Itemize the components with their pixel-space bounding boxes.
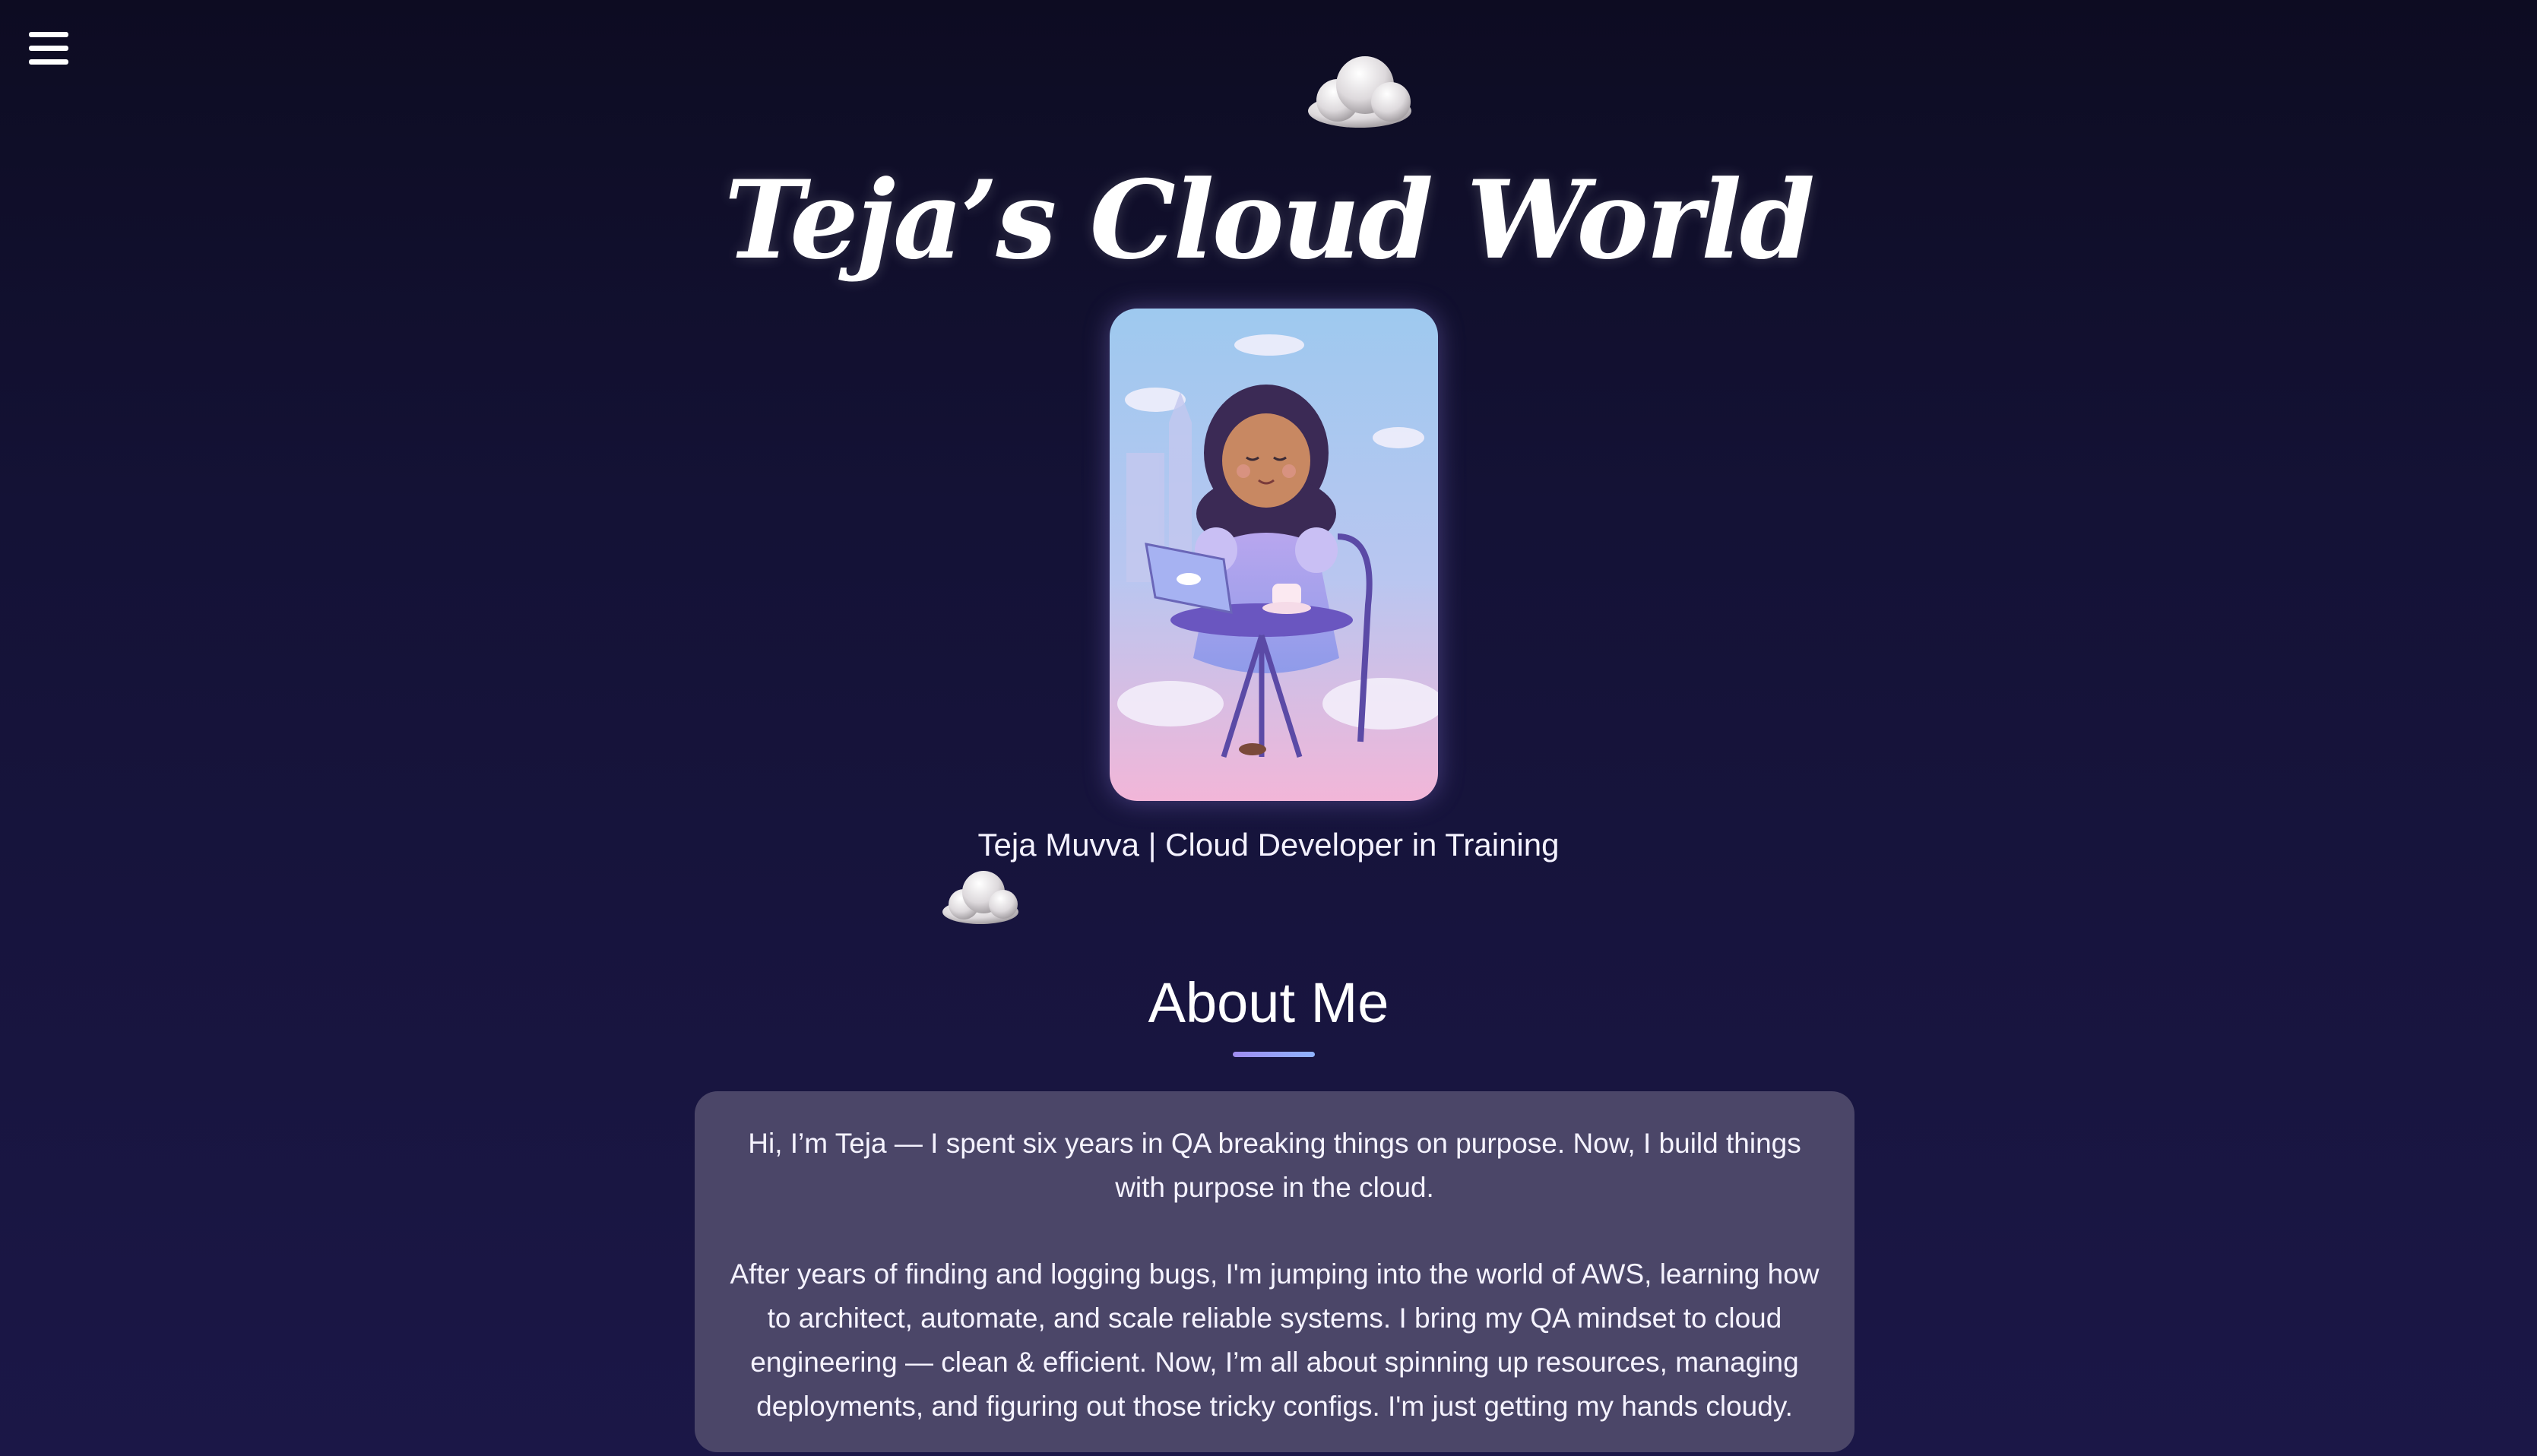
about-paragraph-1: Hi, I’m Teja — I spent six years in QA b… [748,1128,1801,1203]
profile-portrait [1110,309,1438,801]
cloud-icon [1304,50,1415,129]
about-paragraph-2: After years of finding and logging bugs,… [730,1258,1820,1422]
heading-underline [1233,1052,1315,1057]
about-heading: About Me [1148,971,1389,1034]
cloud-icon [939,866,1021,926]
hamburger-menu-icon[interactable] [29,32,68,65]
menu-bar [29,32,68,37]
menu-bar [29,59,68,65]
about-card: Hi, I’m Teja — I spent six years in QA b… [695,1091,1854,1452]
menu-bar [29,46,68,51]
profile-tagline: Teja Muvva | Cloud Developer in Training [977,827,1560,863]
site-title: Teja’s Cloud World [724,157,1815,283]
